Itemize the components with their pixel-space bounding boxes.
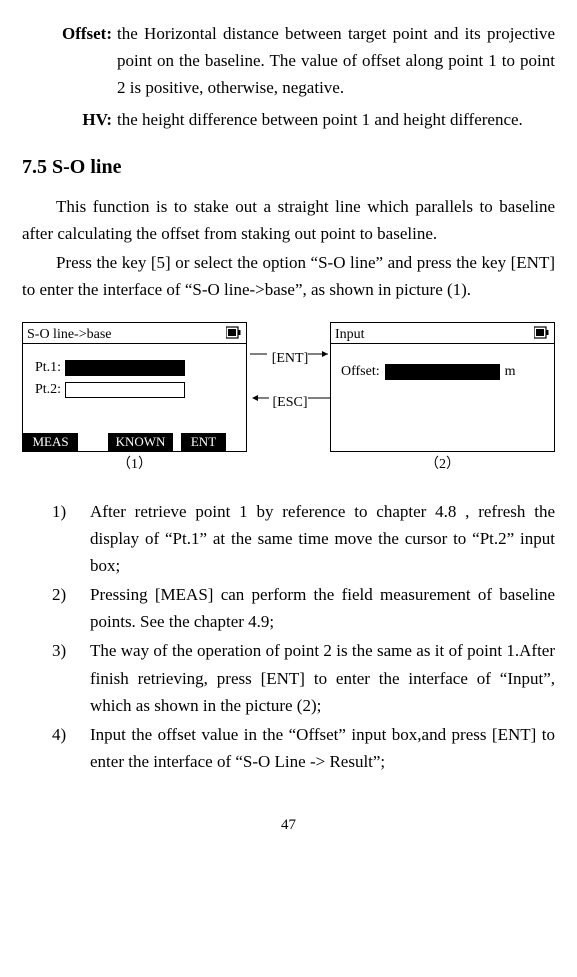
page-number: 47 — [22, 813, 555, 837]
offset-label: Offset: — [341, 361, 380, 383]
pt1-label: Pt.1: — [35, 357, 61, 379]
offset-row: Offset: m — [341, 361, 516, 383]
pt1-input[interactable] — [65, 360, 185, 376]
unit-label: m — [505, 361, 516, 383]
step-2: Pressing [MEAS] can perform the field me… — [22, 581, 555, 635]
ent-arrow-label: [ENT] — [248, 348, 332, 370]
offset-input[interactable] — [385, 364, 500, 380]
transition-arrows: [ENT] [ESC] — [248, 322, 332, 452]
screen-1: S-O line->base Pt.1: Pt.2: MEAS K — [22, 322, 247, 452]
steps-list: After retrieve point 1 by reference to c… — [22, 498, 555, 776]
hv-term: HV: — [22, 106, 117, 133]
screen-2-divider — [331, 343, 554, 344]
screen-1-divider — [23, 343, 246, 344]
offset-term: Offset: — [22, 20, 117, 47]
screen-2: Input Offset: m — [330, 322, 555, 452]
step-4: Input the offset value in the “Offset” i… — [22, 721, 555, 775]
battery-icon — [226, 326, 241, 339]
button-gap-1 — [78, 433, 108, 451]
offset-body: the Horizontal distance between target p… — [117, 20, 555, 102]
button-bar: MEAS KNOWN ENT — [23, 433, 246, 451]
screen-1-caption: （1） — [22, 454, 247, 476]
pt2-label: Pt.2: — [35, 379, 61, 401]
pt1-row: Pt.1: — [35, 357, 185, 379]
screen-2-caption: （2） — [330, 454, 555, 476]
offset-definition: Offset: the Horizontal distance between … — [22, 20, 555, 102]
screen-2-wrap: Input Offset: m （2） — [330, 322, 555, 476]
esc-arrow-label: [ESC] — [248, 392, 332, 414]
meas-button[interactable]: MEAS — [23, 433, 78, 451]
ent-button[interactable]: ENT — [181, 433, 226, 451]
step-3: The way of the operation of point 2 is t… — [22, 637, 555, 719]
diagram: S-O line->base Pt.1: Pt.2: MEAS K — [22, 322, 555, 482]
pt2-row: Pt.2: — [35, 379, 185, 401]
battery-icon-2 — [534, 326, 549, 339]
intro-paragraph-2: Press the key [5] or select the option “… — [22, 249, 555, 303]
screen-1-wrap: S-O line->base Pt.1: Pt.2: MEAS K — [22, 322, 247, 476]
section-title: 7.5 S-O line — [22, 151, 555, 183]
known-button[interactable]: KNOWN — [108, 433, 173, 451]
pt2-input[interactable] — [65, 382, 185, 398]
step-1: After retrieve point 1 by reference to c… — [22, 498, 555, 580]
hv-definition: HV: the height difference between point … — [22, 106, 555, 133]
button-gap-2 — [173, 433, 181, 451]
intro-paragraph-1: This function is to stake out a straight… — [22, 193, 555, 247]
hv-body: the height difference between point 1 an… — [117, 106, 555, 133]
